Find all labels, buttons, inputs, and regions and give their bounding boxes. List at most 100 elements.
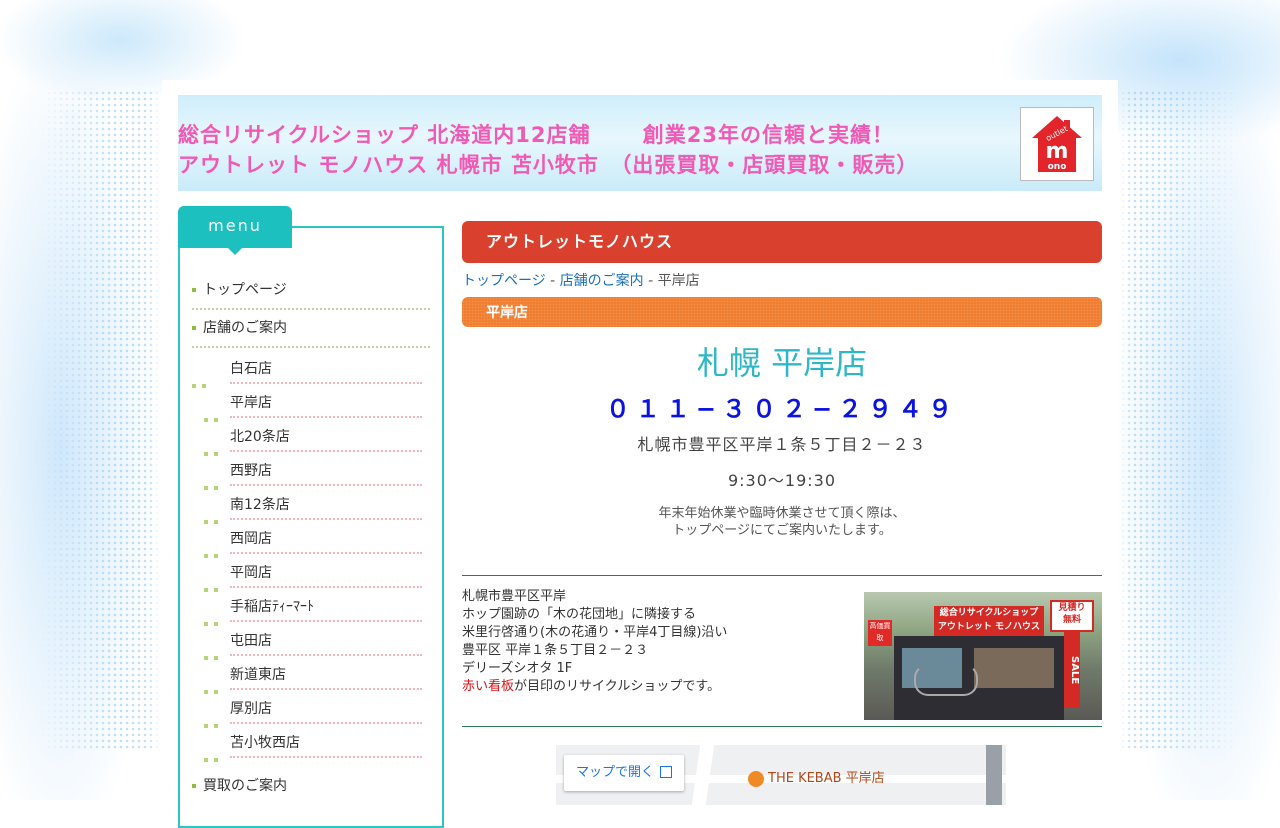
sidebar-item-nishino[interactable]: 西野店 [204,454,430,490]
sidebar-menu: menu トップページ 店舗のご案内 白石店 平岸店 北20条店 西野店 南12… [178,206,444,828]
map-poi[interactable]: THE KEBAB 平岸店 [748,767,885,787]
banner-tagline-2: アウトレット モノハウス 札幌市 苫小牧市 （出張買取・店頭買取・販売） [178,153,919,177]
bullet-icon [204,503,224,537]
bullet-icon [204,469,224,503]
site-logo[interactable]: outlet m ono [1020,107,1094,181]
section-header: アウトレットモノハウス [462,221,1102,263]
bullet-icon [204,435,224,469]
main-content: アウトレットモノハウス トップページ - 店舗のご案内 - 平岸店 平岸店 札幌… [462,221,1102,805]
sidebar-item-label: 平岡店 [230,565,272,581]
sidebar-item-minami12jo[interactable]: 南12条店 [204,488,430,524]
store-address: 札幌市豊平区平岸１条５丁目２－２３ [637,435,927,454]
photo-sign-text: アウトレット モノハウス [937,622,1041,632]
sidebar-item-tomakomai-nishi[interactable]: 苫小牧西店 [204,726,430,762]
bullet-icon [204,537,224,571]
description-text: が目印のリサイクルショップです。 [514,679,721,694]
bullet-icon [204,639,224,673]
breadcrumb-current: 平岸店 [657,273,700,289]
bullet-icon [204,707,224,741]
map-road [986,745,1002,805]
nav-list: トップページ 店舗のご案内 白石店 平岸店 北20条店 西野店 南12条店 西岡… [192,272,430,804]
breadcrumb-separator: - [643,273,658,289]
sidebar-item-label: 平岸店 [230,395,272,411]
background-dots-right [1120,90,1240,750]
sidebar-item-atsubetsu[interactable]: 厚別店 [204,692,430,728]
sidebar-item-stores[interactable]: 店舗のご案内 [192,310,430,348]
open-map-button[interactable]: マップで開く [564,755,684,791]
bullet-icon [192,784,196,788]
description-line: ホップ園跡の「木の花団地」に隣接する [462,607,697,622]
restaurant-pin-icon [748,770,764,787]
photo-left-sign: 高価買取 [868,620,892,646]
bullet-icon [204,673,224,707]
bullet-icon [192,326,196,330]
header-banner[interactable]: 総合リサイクルショップ 北海道内12店舗 創業23年の信頼と実績！ アウトレット… [178,95,1102,191]
store-title: 札幌 平岸店 [696,344,868,382]
store-photo: 総合リサイクルショップ アウトレット モノハウス 高価買取 見積り 無料 SAL… [864,592,1102,720]
store-hours: 9:30〜19:30 [727,471,837,490]
sidebar-item-kita20jo[interactable]: 北20条店 [204,420,430,456]
breadcrumb: トップページ - 店舗のご案内 - 平岸店 [462,271,1102,291]
description-line: デリーズシオタ 1F [462,661,573,676]
description-line: 赤い看板が目印のリサイクルショップです。 [462,678,727,696]
photo-shop-sign: 総合リサイクルショップ アウトレット モノハウス [934,606,1044,636]
store-subheader: 平岸店 [462,297,1102,327]
house-logo-icon: outlet m ono [1032,116,1082,172]
description-line: 米里行啓通り(木の花通り・平岸4丁目線)沿い [462,625,728,640]
banner-tagline-1: 総合リサイクルショップ 北海道内12店舗 創業23年の信頼と実績！ [178,123,895,147]
menu-tab-label: menu [178,206,292,255]
embedded-map[interactable]: マップで開く THE KEBAB 平岸店 [556,745,1006,805]
store-closure-note: 年末年始休業や臨時休業させて頂く際は、 トップページにてご案内いたします。 [462,505,1102,539]
photo-sale-banner: SALE [1064,632,1080,708]
sidebar-item-teine[interactable]: 手稲店ﾃｨｰﾏｰﾄ [204,590,430,626]
sidebar-item-label: 西岡店 [230,531,272,547]
sidebar-item-tonden[interactable]: 屯田店 [204,624,430,660]
sidebar-item-label: 手稲店ﾃｨｰﾏｰﾄ [230,599,314,615]
bullet-icon [192,367,212,401]
description-line: 豊平区 平岸１条５丁目２－２３ [462,643,649,658]
logo-bottom-text: ono [1048,162,1067,172]
store-info-block: 札幌市豊平区平岸 ホップ園跡の「木の花団地」に隣接する 米里行啓通り(木の花通り… [462,575,1102,727]
photo-window [974,648,1054,688]
photo-sign-text: 見積り [1058,603,1086,613]
red-sign-text: 赤い看板 [462,679,515,694]
store-phone[interactable]: ０１１−３０２−２９４９ [462,391,1102,427]
sidebar-item-shindohigashi[interactable]: 新道東店 [204,658,430,694]
note-line: トップページにてご案内いたします。 [672,523,892,538]
sidebar-item-label: 買取のご案内 [203,778,287,794]
sidebar-item-label: トップページ [203,282,287,298]
sidebar-item-label: 白石店 [230,361,272,377]
sidebar-item-label: 屯田店 [230,633,272,649]
bullet-icon [204,605,224,639]
sidebar-item-label: 厚別店 [230,701,272,717]
background-dots-left [40,90,160,750]
photo-right-sign: 見積り 無料 [1050,600,1094,632]
breadcrumb-home-link[interactable]: トップページ [462,273,546,289]
sidebar-item-label: 西野店 [230,463,272,479]
photo-sign-text: 無料 [1062,615,1081,625]
breadcrumb-stores-link[interactable]: 店舗のご案内 [560,273,644,289]
sidebar-item-label: 北20条店 [230,429,290,445]
external-link-icon [660,765,673,778]
sidebar-item-shiroishi[interactable]: 白石店 [192,352,430,388]
sidebar-item-hiragishi[interactable]: 平岸店 [204,386,430,422]
sidebar-item-nishioka[interactable]: 西岡店 [204,522,430,558]
sidebar-item-label: 店舗のご案内 [203,320,287,336]
sidebar-item-label: 新道東店 [230,667,286,683]
open-map-label: マップで開く [576,765,655,780]
sidebar-item-purchase[interactable]: 買取のご案内 [192,768,430,804]
logo-letter: m [1046,139,1069,164]
sidebar-item-label: 苫小牧西店 [230,735,300,751]
bullet-icon [204,401,224,435]
sidebar-item-home[interactable]: トップページ [192,272,430,310]
bullet-icon [204,571,224,605]
description-line: 札幌市豊平区平岸 [462,589,567,604]
photo-bicycles [914,664,978,696]
store-description: 札幌市豊平区平岸 ホップ園跡の「木の花団地」に隣接する 米里行啓通り(木の花通り… [462,588,727,696]
sidebar-item-hiraoka[interactable]: 平岡店 [204,556,430,592]
note-line: 年末年始休業や臨時休業させて頂く際は、 [658,506,906,521]
bullet-icon [192,288,196,292]
map-poi-label: THE KEBAB 平岸店 [768,771,885,786]
photo-sign-text: 総合リサイクルショップ [939,608,1039,618]
sidebar-item-label: 南12条店 [230,497,290,513]
